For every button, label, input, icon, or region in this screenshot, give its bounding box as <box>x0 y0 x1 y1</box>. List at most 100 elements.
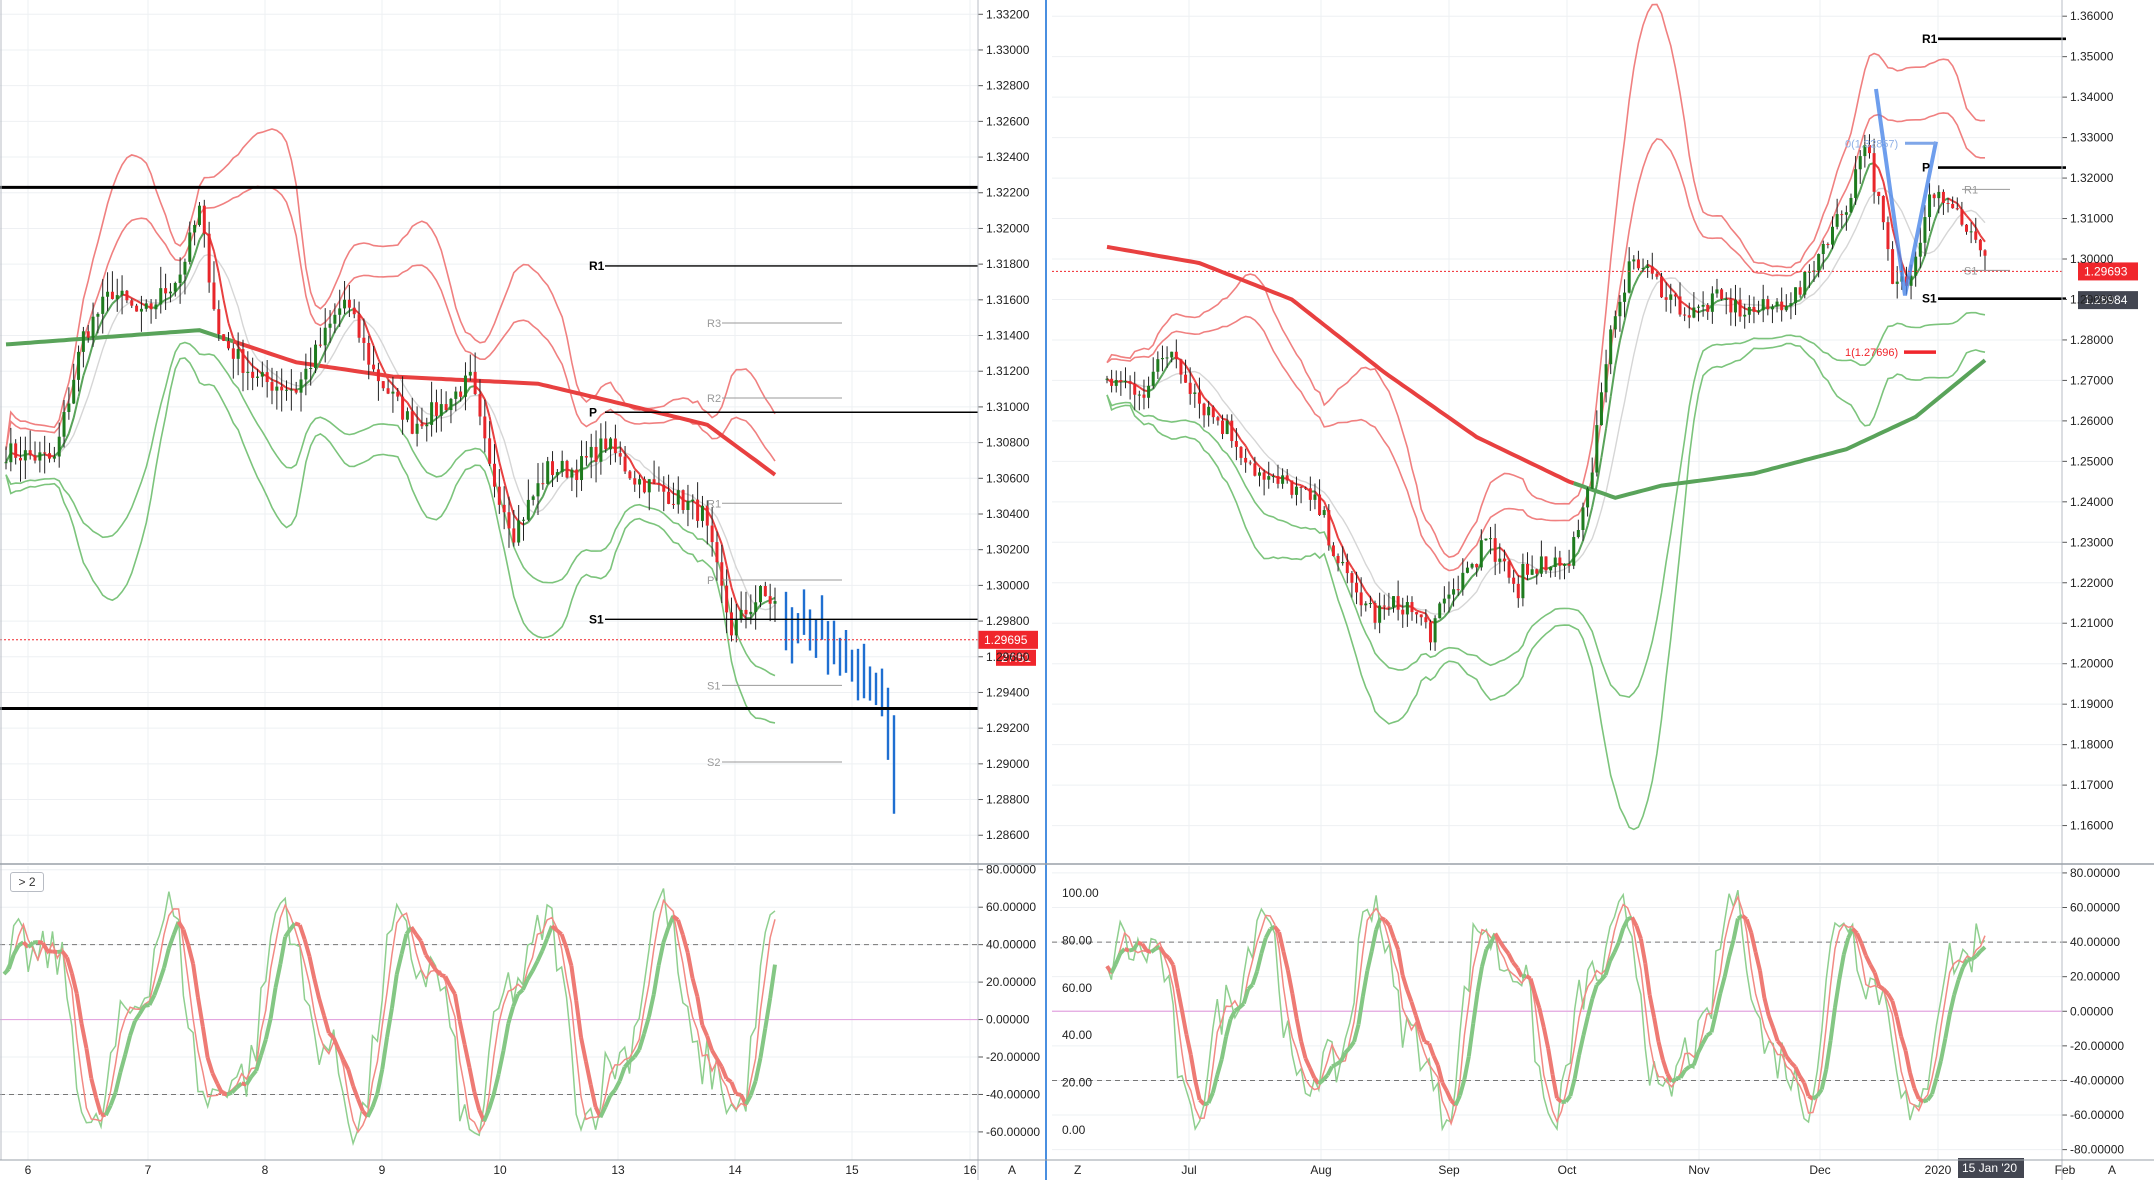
short-ma-segment <box>1620 321 1625 341</box>
stoch-signal-segment <box>620 1067 625 1081</box>
bull-candle <box>599 438 602 461</box>
pivot-level-label: R1 <box>1922 32 1938 46</box>
stoch-signal-segment <box>460 1021 465 1044</box>
stoch-signal-segment <box>1650 995 1654 1017</box>
stoch-signal-segment <box>1244 989 1248 1003</box>
stoch-signal-segment <box>484 1110 489 1122</box>
bear-candle <box>150 303 153 309</box>
left-price-axis-label: 1.32800 <box>986 79 1030 93</box>
bear-candle <box>1947 203 1950 204</box>
right-price-axis-label: 1.28000 <box>2070 333 2114 347</box>
bear-candle <box>488 438 491 463</box>
bear-candle <box>1415 612 1418 614</box>
bull-candle <box>256 377 259 378</box>
stoch-signal-segment <box>198 997 203 1026</box>
short-ma-segment <box>635 469 640 474</box>
chart-canvas[interactable]: R1PS1R3R2R1PS1S2R1PS1R1S10(1.32857)1(1.2… <box>0 0 2154 1180</box>
indicator-collapse-tag[interactable]: > 2 <box>10 872 44 892</box>
last-price-tag: 1.29695 <box>984 633 1028 647</box>
bull-candle <box>449 399 452 410</box>
bull-candle <box>1794 287 1797 303</box>
bear-candle <box>1503 559 1506 562</box>
bear-candle <box>1387 607 1390 608</box>
short-ma-segment <box>1606 397 1611 429</box>
short-ma-segment <box>1920 256 1925 268</box>
short-ma-segment <box>320 351 325 361</box>
short-ma-segment <box>277 382 282 385</box>
stoch-signal-segment <box>1358 996 1362 1024</box>
bull-candle <box>1549 567 1552 570</box>
bear-candle <box>769 596 772 604</box>
bull-candle <box>590 447 593 458</box>
bear-candle <box>227 341 230 348</box>
right-stoch-axis-label: -80.00000 <box>2070 1143 2124 1157</box>
bull-candle <box>1785 306 1788 310</box>
bull-candle <box>677 490 680 504</box>
bull-candle <box>580 456 583 480</box>
stoch-signal-segment <box>1191 1055 1195 1081</box>
bear-candle <box>575 470 578 480</box>
chart-workspace[interactable]: R1PS1R3R2R1PS1S2R1PS1R1S10(1.32857)1(1.2… <box>0 0 2154 1180</box>
bear-candle <box>1766 299 1769 309</box>
stoch-signal-segment <box>1425 1042 1429 1044</box>
right-stoch-axis-label: -40.00000 <box>2070 1073 2124 1087</box>
stoch-signal-segment <box>654 965 659 994</box>
stoch-signal-segment <box>305 939 310 956</box>
stoch-signal-segment <box>1584 1016 1588 1035</box>
left-time-axis-label: 14 <box>728 1163 742 1177</box>
short-ma-segment <box>393 385 398 390</box>
stoch-signal-segment <box>528 971 533 979</box>
bull-candle <box>1447 595 1450 599</box>
right-time-axis-label: Nov <box>1688 1163 1709 1177</box>
left-stoch-axis-label: -20.00000 <box>986 1050 1040 1064</box>
stoch-signal-segment <box>1734 919 1738 940</box>
left-price-axis-label: 1.28800 <box>986 793 1030 807</box>
right-price-axis-label: 1.35000 <box>2070 50 2114 64</box>
bull-candle <box>1295 487 1298 495</box>
right-time-axis-label: Oct <box>1558 1163 1577 1177</box>
bull-candle <box>1258 472 1261 475</box>
stoch-signal-segment <box>1888 994 1892 1001</box>
stoch-signal-segment <box>1248 985 1252 989</box>
bear-candle <box>682 490 685 510</box>
bear-candle <box>1119 380 1122 382</box>
bull-candle <box>759 586 762 602</box>
bear-candle <box>1309 488 1312 500</box>
stoch-signal-segment <box>1981 947 1985 951</box>
bear-candle <box>14 443 17 457</box>
bull-candle <box>754 602 757 612</box>
stoch-signal-segment <box>392 974 397 1008</box>
bear-candle <box>512 528 515 542</box>
bull-candle <box>1281 475 1284 483</box>
bear-candle <box>1933 194 1936 198</box>
stoch-signal-segment <box>1350 1042 1354 1048</box>
bull-candle <box>416 424 419 434</box>
stoch-signal-segment <box>1689 1065 1693 1067</box>
bull-candle <box>546 461 549 484</box>
bear-candle <box>34 455 37 460</box>
stoch-signal-segment <box>1906 1051 1910 1073</box>
short-ma-segment <box>1209 402 1214 407</box>
bear-candle <box>411 411 414 434</box>
bear-candle <box>1300 487 1303 488</box>
left-price-axis-label: 1.29200 <box>986 721 1030 735</box>
stoch-signal-segment <box>1707 1032 1711 1035</box>
bull-candle <box>121 291 124 295</box>
short-ma-segment <box>374 346 379 359</box>
stoch-signal-segment <box>319 999 324 1016</box>
stoch-signal-segment <box>1301 1041 1305 1058</box>
stoch-signal-segment <box>1861 943 1865 955</box>
left-price-axis-label: 1.30800 <box>986 436 1030 450</box>
bear-candle <box>135 306 138 312</box>
short-ma-segment <box>1588 507 1593 526</box>
left-time-axis-label: 10 <box>493 1163 507 1177</box>
bull-candle <box>246 372 249 373</box>
stoch-signal-segment <box>426 955 431 962</box>
stoch-signal-segment <box>760 1028 765 1058</box>
stoch-signal-segment <box>227 1093 232 1095</box>
bear-candle <box>420 424 423 426</box>
bear-candle <box>435 402 438 416</box>
stoch-signal-segment <box>1283 952 1287 971</box>
long-ma-green-line <box>6 330 233 344</box>
bear-candle <box>1683 315 1686 316</box>
